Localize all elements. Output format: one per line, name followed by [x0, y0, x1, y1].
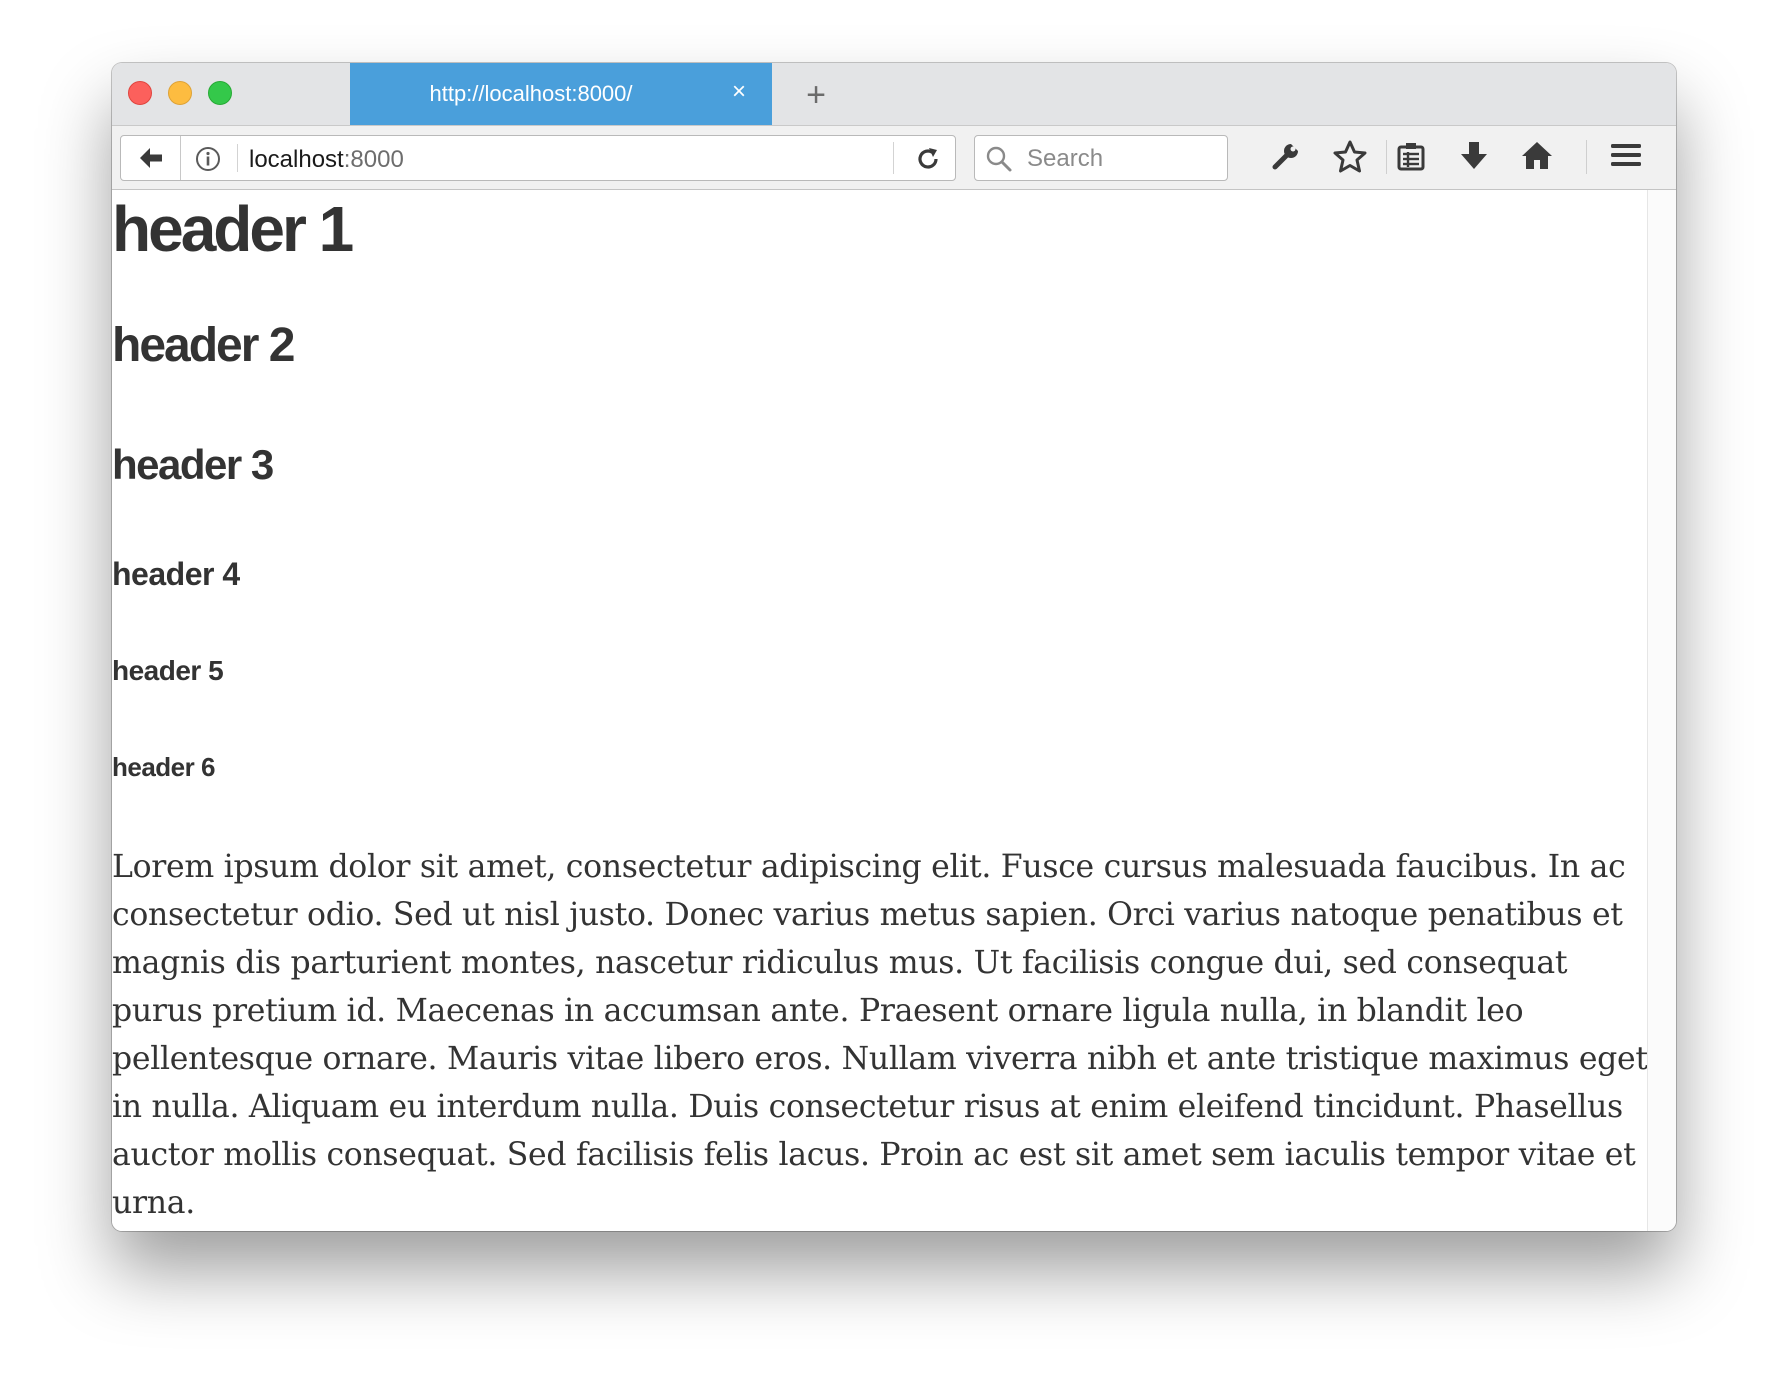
reading-list-button[interactable]: [1394, 139, 1434, 179]
reload-button[interactable]: [903, 136, 953, 180]
window-minimize-button[interactable]: [168, 81, 192, 105]
url-host: localhost: [249, 146, 344, 173]
header-1: header 1: [112, 193, 354, 265]
menu-icon: [1611, 144, 1641, 166]
home-icon: [1522, 142, 1552, 169]
url-separator: [237, 144, 238, 172]
tab-title: http://localhost:8000/: [429, 81, 633, 106]
url-bar[interactable]: localhost:8000: [120, 135, 956, 181]
info-icon[interactable]: [195, 146, 221, 172]
toolbar-separator: [1386, 140, 1387, 174]
back-arrow-icon: [140, 148, 162, 168]
tab-localhost[interactable]: http://localhost:8000/ ×: [350, 63, 772, 125]
star-icon: [1333, 140, 1367, 173]
browser-window: http://localhost:8000/ × + localhost:800…: [112, 63, 1676, 1231]
tab-strip: http://localhost:8000/ × +: [112, 63, 1676, 126]
vertical-scrollbar[interactable]: [1647, 190, 1676, 1231]
new-tab-button[interactable]: +: [796, 75, 836, 115]
reload-icon: [918, 148, 938, 169]
bookmark-button[interactable]: [1332, 139, 1372, 179]
download-icon: [1461, 142, 1487, 169]
wrench-icon: [1272, 144, 1298, 170]
search-icon: [986, 146, 1012, 172]
tab-close-icon[interactable]: ×: [724, 77, 754, 107]
search-input[interactable]: [1025, 144, 1219, 174]
reading-list-icon: [1397, 143, 1425, 171]
back-button[interactable]: [121, 136, 181, 180]
toolbar-separator: [1586, 140, 1587, 174]
home-button[interactable]: [1520, 139, 1560, 179]
header-3: header 3: [112, 441, 274, 488]
header-4: header 4: [112, 556, 240, 592]
window-close-button[interactable]: [128, 81, 152, 105]
header-2: header 2: [112, 319, 295, 372]
window-zoom-button[interactable]: [208, 81, 232, 105]
header-5: header 5: [112, 655, 224, 686]
lorem-paragraph: Lorem ipsum dolor sit amet, consectetur …: [112, 849, 1648, 1221]
menu-button[interactable]: [1609, 139, 1649, 179]
wrench-button[interactable]: [1269, 139, 1309, 179]
search-bar[interactable]: [974, 135, 1228, 181]
header-6: header 6: [112, 752, 215, 782]
url-text[interactable]: localhost:8000: [249, 146, 404, 174]
navigation-toolbar: localhost:8000: [112, 126, 1676, 190]
downloads-button[interactable]: [1457, 139, 1497, 179]
url-port: :8000: [343, 146, 404, 173]
reload-separator: [893, 142, 894, 174]
page-content: header 1 header 2 header 3 header 4 head…: [112, 190, 1648, 1231]
